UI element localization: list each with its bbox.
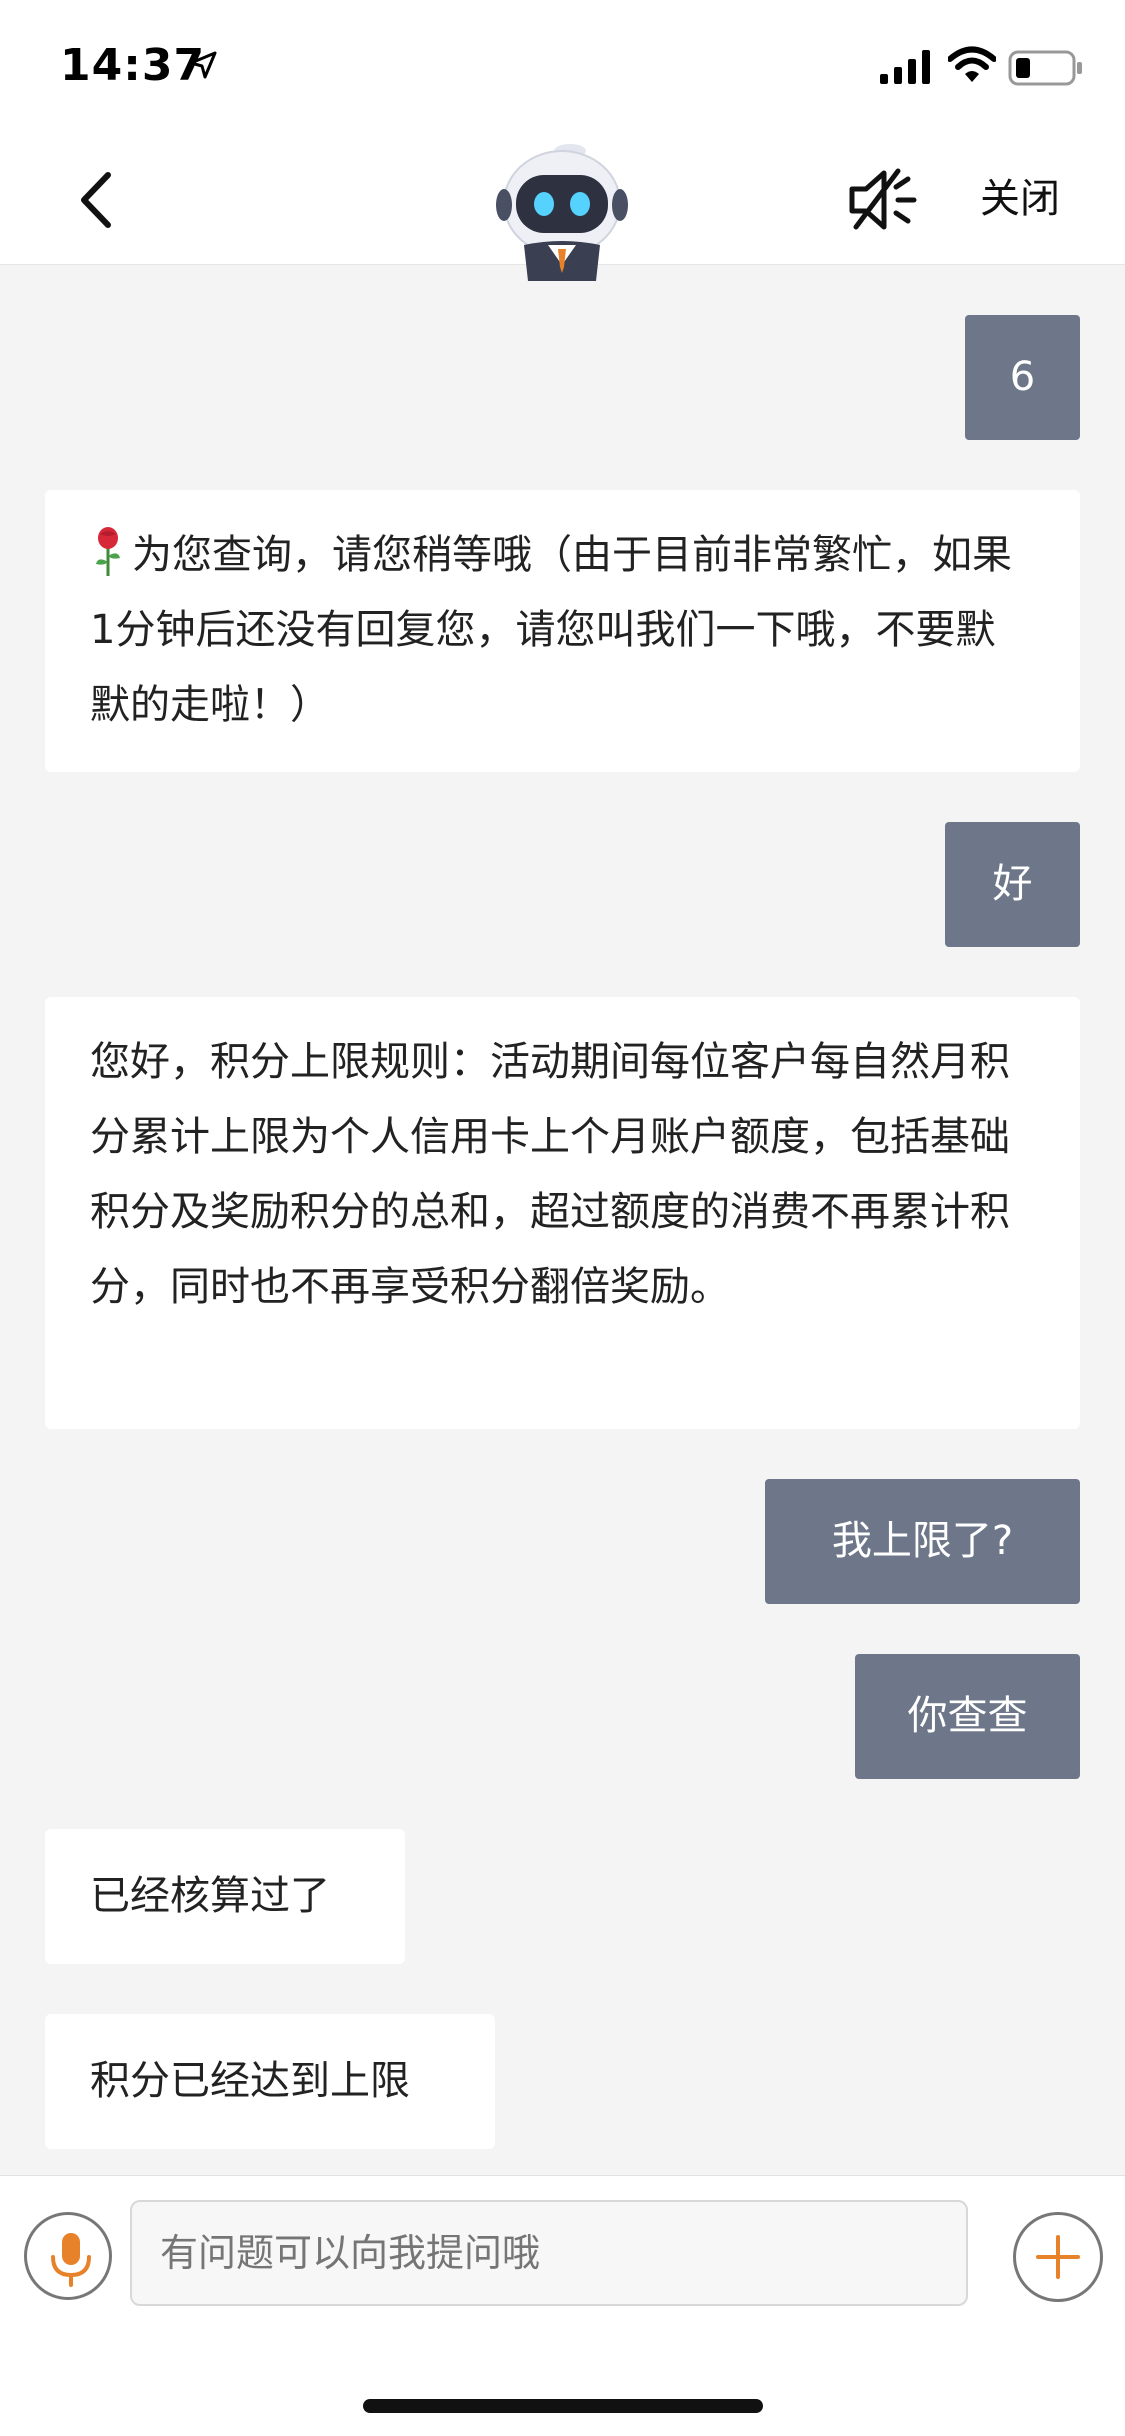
message-text: 6	[1009, 354, 1036, 400]
home-indicator[interactable]	[363, 2399, 763, 2413]
chevron-left-icon[interactable]	[70, 169, 124, 231]
input-bar	[0, 2175, 1125, 2436]
message-text: 您好，积分上限规则：活动期间每位客户每自然月积分累计上限为个人信用卡上个月账户额…	[90, 1039, 1010, 1310]
robot-assistant-icon	[496, 144, 628, 281]
status-bar: 14:37	[0, 0, 1125, 135]
message-text: 为您查询，请您稍等哦（由于目前非常繁忙，如果1分钟后还没有回复您，请您叫我们一下…	[90, 532, 1012, 728]
message-user: 好	[945, 822, 1080, 947]
message-text: 我上限了?	[831, 1518, 1014, 1564]
status-time: 14:37	[60, 40, 206, 91]
message-text: 你查查	[907, 1693, 1028, 1739]
plus-button[interactable]	[1013, 2212, 1103, 2302]
rose-icon	[96, 527, 120, 576]
message-user: 你查查	[855, 1654, 1080, 1779]
microphone-button[interactable]	[24, 2212, 112, 2300]
message-input[interactable]	[130, 2200, 968, 2306]
nav-bar: 关闭	[0, 135, 1125, 281]
message-text: 好	[992, 861, 1033, 907]
chat-area[interactable]: 6 为您查询，请您稍等哦（由于目前非常繁忙，如果1分钟后还没有回复您，请您叫我们…	[0, 265, 1125, 2175]
message-user: 我上限了?	[765, 1479, 1080, 1604]
message-text: 已经核算过了	[90, 1873, 330, 1919]
message-bot: 积分已经达到上限	[45, 2014, 495, 2149]
wifi-icon	[948, 46, 996, 82]
message-bot: 为您查询，请您稍等哦（由于目前非常繁忙，如果1分钟后还没有回复您，请您叫我们一下…	[45, 490, 1080, 772]
microphone-icon	[51, 2233, 91, 2287]
speaker-muted-icon[interactable]	[846, 165, 920, 235]
battery-icon	[1008, 50, 1082, 86]
cellular-signal-icon	[880, 50, 930, 84]
close-button[interactable]: 关闭	[980, 173, 1060, 225]
message-bot: 您好，积分上限规则：活动期间每位客户每自然月积分累计上限为个人信用卡上个月账户额…	[45, 997, 1080, 1429]
plus-icon	[1036, 2235, 1080, 2279]
location-arrow-icon	[189, 51, 217, 79]
message-user: 6	[965, 315, 1080, 440]
message-text: 积分已经达到上限	[90, 2058, 410, 2104]
message-bot: 已经核算过了	[45, 1829, 405, 1964]
